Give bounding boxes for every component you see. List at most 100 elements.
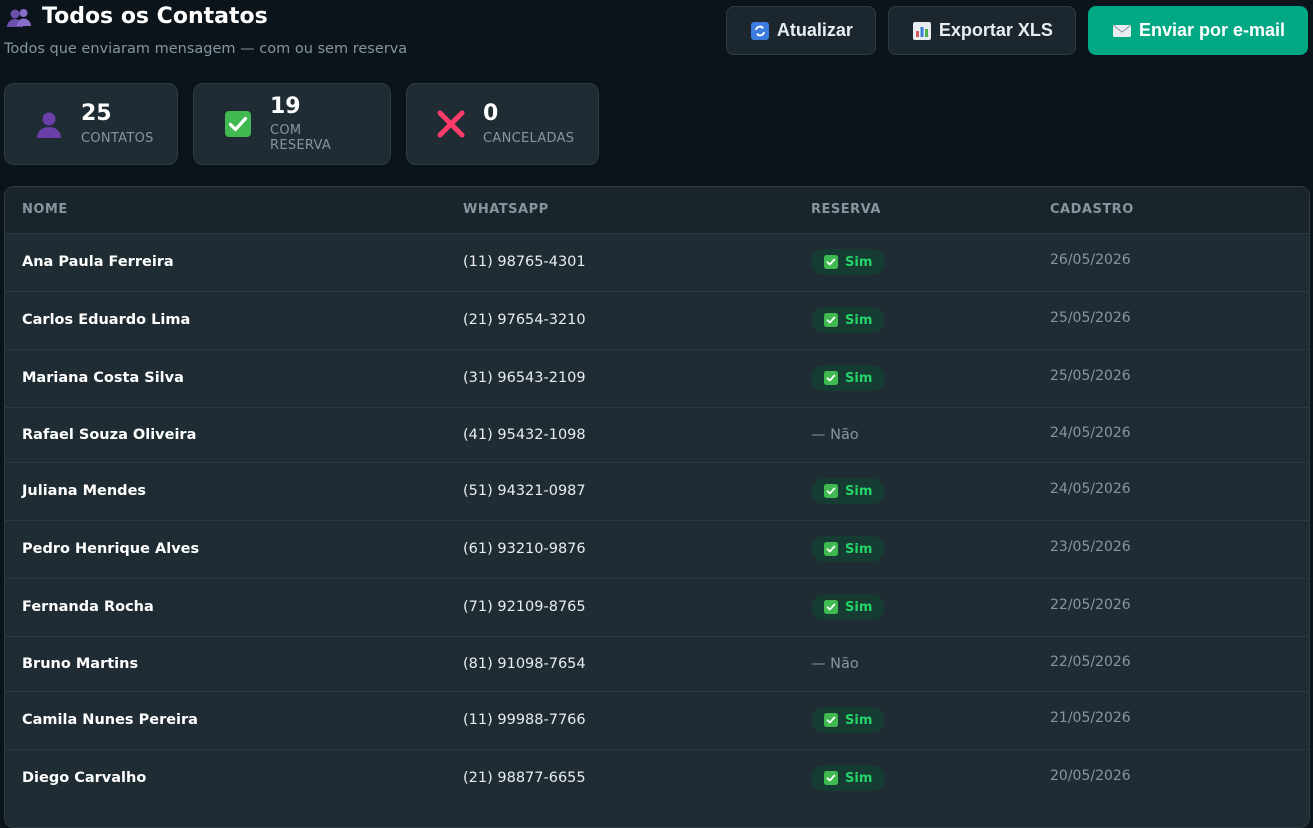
check-icon bbox=[824, 600, 838, 614]
contact-date: 21/05/2026 bbox=[1050, 710, 1131, 726]
contact-name: Fernanda Rocha bbox=[22, 599, 154, 615]
contact-name: Rafael Souza Oliveira bbox=[22, 426, 197, 443]
send-email-button-label: Enviar por e-mail bbox=[1138, 20, 1285, 40]
reserva-badge: Sim bbox=[811, 536, 886, 562]
table-row[interactable]: Fernanda Rocha (71) 92109-8765 Sim 22/05/20… bbox=[5, 577, 1309, 636]
contact-date: 24/05/2026 bbox=[1050, 424, 1131, 441]
reserva-badge: Sim bbox=[811, 765, 886, 792]
reserva-badge-label: Sim bbox=[845, 254, 873, 270]
stat-contacts-value: 25 bbox=[81, 101, 112, 127]
stat-contacts-label: CONTATOS bbox=[81, 130, 154, 146]
column-header-whatsapp[interactable]: WHATSAPP bbox=[463, 187, 811, 233]
contact-name: Bruno Martins bbox=[22, 655, 139, 672]
contact-whatsapp: (21) 98877-6655 bbox=[463, 770, 586, 787]
reserva-status: — Não bbox=[811, 655, 859, 672]
contact-date: 24/05/2026 bbox=[1050, 481, 1131, 497]
export-xls-button[interactable]: Exportar XLS bbox=[887, 6, 1076, 55]
person-icon bbox=[33, 108, 65, 140]
stat-reservations-text: 19 COM RESERVA bbox=[270, 93, 366, 154]
reserva-badge: Sim bbox=[811, 478, 886, 504]
reserva-badge: Sim bbox=[811, 707, 886, 733]
check-icon bbox=[824, 542, 838, 556]
contact-name: Camila Nunes Pereira bbox=[22, 712, 198, 728]
table-row[interactable]: Rafael Souza Oliveira (41) 95432-1098 — Nã… bbox=[5, 406, 1309, 462]
reserva-badge: Sim bbox=[811, 594, 886, 620]
table-row[interactable]: Camila Nunes Pereira (11) 99988-7766 Sim 21… bbox=[5, 690, 1309, 749]
table-row[interactable]: Bruno Martins (81) 91098-7654 — Não 22/05/2… bbox=[5, 635, 1309, 691]
contact-whatsapp: (11) 98765-4301 bbox=[463, 254, 586, 270]
reserva-badge: Sim bbox=[811, 365, 886, 391]
contact-whatsapp: (71) 92109-8765 bbox=[463, 599, 586, 615]
contact-whatsapp: (81) 91098-7654 bbox=[463, 655, 586, 672]
stat-reservations-value: 19 bbox=[270, 93, 301, 119]
envelope-icon bbox=[1112, 22, 1131, 40]
bar-chart-icon bbox=[912, 21, 931, 40]
contact-date: 20/05/2026 bbox=[1050, 768, 1131, 785]
reserva-badge: Sim bbox=[811, 307, 886, 333]
check-icon bbox=[824, 371, 838, 385]
people-icon bbox=[6, 5, 32, 29]
table-row[interactable]: Carlos Eduardo Lima (21) 97654-3210 Sim 25/… bbox=[5, 290, 1309, 349]
contact-whatsapp: (51) 94321-0987 bbox=[463, 483, 586, 499]
contact-date: 25/05/2026 bbox=[1050, 368, 1131, 384]
stat-cancelled-text: 0 CANCELADAS bbox=[483, 101, 575, 146]
stat-card-contacts: 25 CONTATOS bbox=[4, 83, 178, 165]
page-header: Todos os Contatos Todos que enviaram men… bbox=[0, 0, 1313, 70]
table-row[interactable]: Mariana Costa Silva (31) 96543-2109 Sim 25/… bbox=[5, 348, 1309, 407]
table-row[interactable]: Diego Carvalho (21) 98877-6655 Sim 20/05/20… bbox=[5, 748, 1309, 807]
contact-date: 25/05/2026 bbox=[1050, 310, 1131, 326]
contact-date: 22/05/2026 bbox=[1050, 653, 1131, 670]
table-row[interactable]: Juliana Mendes (51) 94321-0987 Sim 24/05/20… bbox=[5, 461, 1309, 520]
contacts-table: NOME WHATSAPP RESERVA CADASTRO Ana Paula… bbox=[4, 186, 1310, 828]
check-icon bbox=[222, 108, 254, 140]
stat-contacts-text: 25 CONTATOS bbox=[81, 101, 154, 146]
contact-whatsapp: (11) 99988-7766 bbox=[463, 712, 586, 728]
refresh-button[interactable]: Atualizar bbox=[725, 6, 876, 55]
page-title-text: Todos os Contatos bbox=[42, 4, 268, 29]
contact-name: Pedro Henrique Alves bbox=[22, 541, 200, 557]
contact-whatsapp: (41) 95432-1098 bbox=[463, 426, 586, 443]
stats-cards: 25 CONTATOS 19 COM RESERVA 0 CANCELADAS bbox=[4, 83, 599, 165]
page-title: Todos os Contatos bbox=[6, 4, 268, 29]
contact-date: 26/05/2026 bbox=[1050, 252, 1131, 268]
contact-name: Mariana Costa Silva bbox=[22, 370, 184, 386]
reserva-badge-label: Sim bbox=[845, 312, 873, 328]
stat-cancelled-value: 0 bbox=[483, 101, 499, 127]
column-header-name[interactable]: NOME bbox=[5, 187, 463, 233]
reserva-badge-label: Sim bbox=[845, 483, 873, 499]
contact-name: Diego Carvalho bbox=[22, 770, 147, 787]
export-xls-button-label: Exportar XLS bbox=[938, 20, 1053, 40]
table-body: Ana Paula Ferreira (11) 98765-4301 Sim 26/0… bbox=[5, 232, 1309, 807]
stat-cancelled-label: CANCELADAS bbox=[483, 130, 575, 146]
stat-card-cancelled: 0 CANCELADAS bbox=[406, 83, 599, 165]
contacts-table-grid: NOME WHATSAPP RESERVA CADASTRO Ana Paula… bbox=[5, 187, 1309, 807]
check-icon bbox=[824, 713, 838, 727]
table-row[interactable]: Pedro Henrique Alves (61) 93210-9876 Sim 23… bbox=[5, 519, 1309, 578]
column-header-reserva[interactable]: RESERVA bbox=[811, 187, 1050, 233]
contact-date: 23/05/2026 bbox=[1050, 539, 1131, 555]
reserva-badge-label: Sim bbox=[845, 770, 873, 786]
send-email-button[interactable]: Enviar por e-mail bbox=[1087, 6, 1308, 55]
contact-whatsapp: (61) 93210-9876 bbox=[463, 541, 586, 557]
contact-whatsapp: (21) 97654-3210 bbox=[463, 312, 586, 328]
contact-name: Ana Paula Ferreira bbox=[22, 254, 174, 270]
check-icon bbox=[824, 255, 838, 269]
reserva-status: — Não bbox=[811, 426, 859, 443]
contact-name: Juliana Mendes bbox=[22, 483, 147, 499]
contact-name: Carlos Eduardo Lima bbox=[22, 312, 191, 328]
cross-icon bbox=[435, 108, 467, 140]
reserva-badge-label: Sim bbox=[845, 541, 873, 557]
check-icon bbox=[824, 313, 838, 327]
table-row[interactable]: Ana Paula Ferreira (11) 98765-4301 Sim 26/0… bbox=[5, 232, 1309, 291]
reserva-badge: Sim bbox=[811, 249, 886, 275]
column-header-cadastro[interactable]: CADASTRO bbox=[1050, 187, 1309, 233]
check-icon bbox=[824, 771, 838, 786]
contact-date: 22/05/2026 bbox=[1050, 597, 1131, 613]
check-icon bbox=[824, 484, 838, 498]
reserva-badge-label: Sim bbox=[845, 599, 873, 615]
toolbar: Atualizar Exportar XLS Enviar por e-mail bbox=[725, 6, 1308, 55]
stat-reservations-label: COM RESERVA bbox=[270, 123, 332, 154]
refresh-icon bbox=[750, 21, 769, 40]
table-header-row: NOME WHATSAPP RESERVA CADASTRO bbox=[5, 187, 1309, 233]
reserva-badge-label: Sim bbox=[845, 370, 873, 386]
